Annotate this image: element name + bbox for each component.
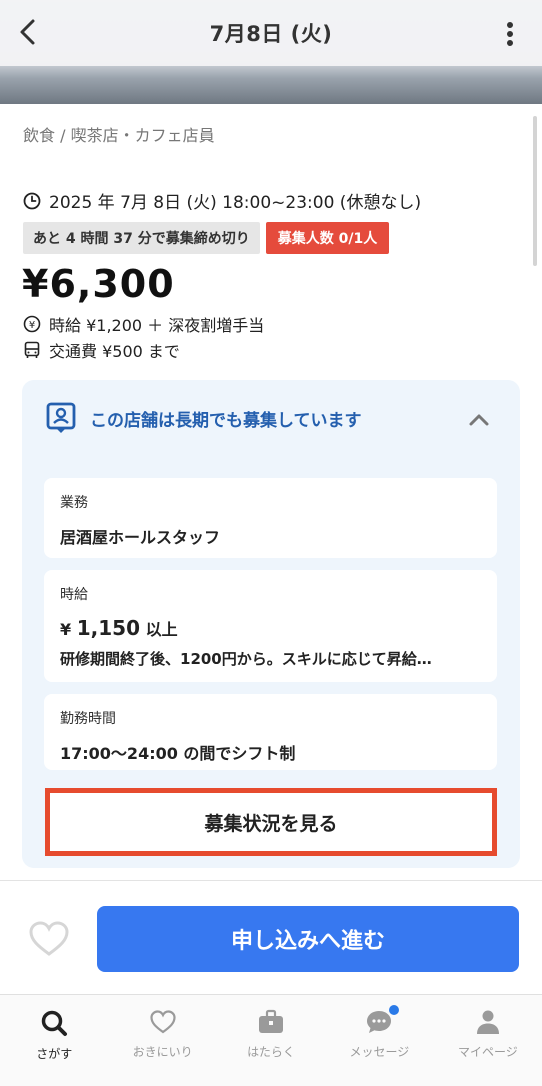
back-button[interactable] <box>8 12 48 52</box>
clock-icon <box>23 192 41 209</box>
wage-note: 研修期間終了後、1200円から。スキルに応じて昇給… <box>60 650 432 668</box>
tab-label: さがす <box>36 1047 73 1061</box>
briefcase-icon <box>259 1009 284 1033</box>
info-value: ¥ 1,150 以上 <box>60 616 481 640</box>
tab-label: はたらく <box>247 1045 295 1059</box>
long-term-header: この店舗は長期でも募集しています <box>46 402 362 434</box>
long-term-heading: この店舗は長期でも募集しています <box>90 410 362 431</box>
deadline-tag: あと 4 時間 37 分で募集締め切り <box>23 222 260 254</box>
info-card-wage: 時給 ¥ 1,150 以上 研修期間終了後、1200円から。スキルに応じて昇給… <box>44 570 497 682</box>
collapse-button[interactable] <box>468 412 490 431</box>
hourly-wage-text: 時給 ¥1,200 ＋ 深夜割増手当 <box>49 316 265 335</box>
top-bar: 7月8日 (火) <box>0 0 542 66</box>
tab-work[interactable]: はたらく <box>217 995 325 1086</box>
divider <box>0 880 542 881</box>
tab-label: おきにいり <box>132 1045 193 1059</box>
info-card-hours: 勤務時間 17:00～24:00 の間でシフト制 <box>44 694 497 770</box>
info-card-work: 業務 居酒屋ホールスタッフ <box>44 478 497 558</box>
wage-amount: 1,150 <box>76 616 140 640</box>
app-root: 7月8日 (火) 飲食 / 喫茶店・カフェ店員 2025 年 7月 8日 (火)… <box>0 0 542 1086</box>
tab-label: マイページ <box>457 1045 518 1059</box>
info-label: 時給 <box>60 587 88 603</box>
heart-icon <box>150 1010 176 1034</box>
scrollbar[interactable] <box>533 116 537 266</box>
tab-bar: さがす おきにいり はたらく メッセージ マイページ <box>0 994 542 1086</box>
long-term-card: この店舗は長期でも募集しています 業務 居酒屋ホールスタッフ 時給 ¥ 1,15… <box>22 380 520 868</box>
heart-outline-icon <box>29 921 69 956</box>
apply-button[interactable]: 申し込みへ進む <box>97 906 519 972</box>
bus-icon <box>24 341 40 358</box>
page-title: 7月8日 (火) <box>209 22 333 46</box>
chevron-up-icon <box>469 414 489 426</box>
transport-text: 交通費 ¥500 まで <box>49 342 180 361</box>
tab-label: メッセージ <box>349 1045 410 1059</box>
tab-search[interactable]: さがす <box>0 995 108 1086</box>
svg-text:¥: ¥ <box>29 320 35 331</box>
user-icon <box>476 1010 499 1034</box>
yen-symbol: ¥ <box>60 620 72 639</box>
transport-row: 交通費 ¥500 まで <box>23 338 180 362</box>
yen-coin-icon: ¥ <box>23 315 41 333</box>
job-datetime: 2025 年 7月 8日 (火) 18:00~23:00 (休憩なし) <box>23 188 421 213</box>
tab-messages[interactable]: メッセージ <box>325 995 433 1086</box>
job-category: 飲食 / 喫茶店・カフェ店員 <box>23 126 215 145</box>
id-badge-icon <box>46 402 76 433</box>
more-menu-button[interactable] <box>498 14 522 54</box>
wage-suffix: 以上 <box>145 620 178 639</box>
recruit-count-tag: 募集人数 0/1人 <box>265 222 390 254</box>
info-label: 業務 <box>60 495 88 511</box>
notification-dot <box>389 1005 400 1015</box>
tab-favorites[interactable]: おきにいり <box>108 995 216 1086</box>
search-icon <box>41 1010 68 1036</box>
hourly-wage-row: ¥ 時給 ¥1,200 ＋ 深夜割増手当 <box>23 312 264 336</box>
datetime-text: 2025 年 7月 8日 (火) 18:00~23:00 (休憩なし) <box>49 193 422 213</box>
tab-mypage[interactable]: マイページ <box>434 995 542 1086</box>
info-value: 居酒屋ホールスタッフ <box>60 528 221 547</box>
favorite-button[interactable] <box>28 920 70 962</box>
total-pay: ¥6,300 <box>22 262 175 306</box>
chevron-left-icon <box>20 19 35 45</box>
info-value: 17:00～24:00 の間でシフト制 <box>60 744 296 763</box>
tag-row: あと 4 時間 37 分で募集締め切り 募集人数 0/1人 <box>23 222 390 254</box>
more-vertical-icon <box>507 22 513 46</box>
view-status-button[interactable]: 募集状況を見る <box>45 788 497 856</box>
info-label: 勤務時間 <box>60 711 116 727</box>
